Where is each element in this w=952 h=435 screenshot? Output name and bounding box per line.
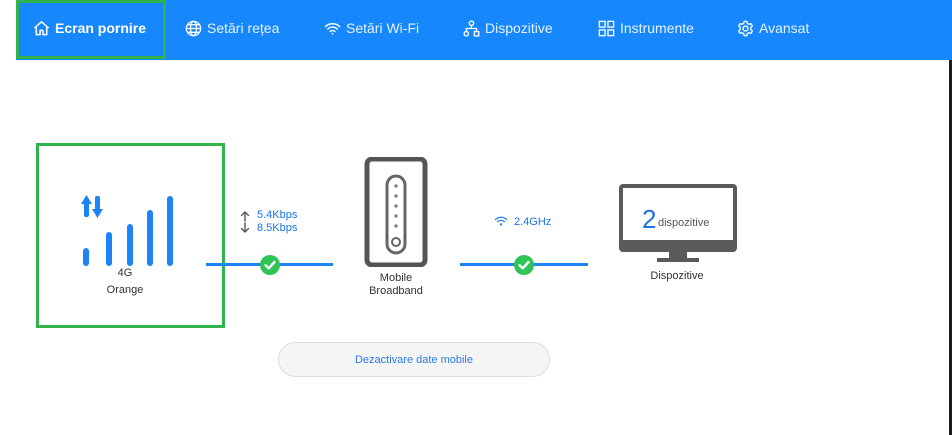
- nav-item-home[interactable]: Ecran pornire: [32, 0, 146, 56]
- router-label-line1: Mobile: [379, 272, 413, 284]
- globe-icon: [185, 20, 202, 36]
- operator-name: Orange: [106, 284, 144, 296]
- nav-item-network-settings[interactable]: Setări rețea: [184, 0, 279, 56]
- nav-item-label: Instrumente: [620, 20, 694, 36]
- router-label-line2: Broadband: [369, 285, 423, 297]
- nav-item-label: Dispozitive: [485, 20, 553, 36]
- home-icon: [33, 20, 50, 35]
- check-icon: [514, 255, 534, 275]
- gear-icon: [737, 20, 754, 36]
- disable-mobile-data-button[interactable]: Dezactivare date mobile: [278, 342, 550, 377]
- nav-item-wifi-settings[interactable]: Setări Wi-Fi: [323, 0, 419, 56]
- nav-item-tools[interactable]: Instrumente: [597, 0, 694, 56]
- devices-tree-icon: [463, 19, 480, 37]
- upload-download-arrows-icon: [240, 211, 250, 233]
- nav-item-label: Ecran pornire: [55, 20, 147, 36]
- grid-icon: [598, 20, 615, 36]
- network-type-label: 4G: [117, 267, 133, 279]
- device-count-unit: dispozitive: [658, 217, 710, 229]
- router-home-page: Ecran pornire Setări rețea Setări Wi-Fi: [0, 0, 952, 435]
- wifi-icon: [324, 22, 341, 35]
- download-speed: 8.5Kbps: [257, 222, 298, 234]
- nav-item-label: Setări rețea: [207, 20, 280, 36]
- upload-speed: 5.4Kbps: [257, 209, 298, 221]
- nav-item-devices[interactable]: Dispozitive: [462, 0, 553, 56]
- router-device-icon: [364, 157, 428, 267]
- nav-item-advanced[interactable]: Avansat: [736, 0, 809, 56]
- devices-label: Dispozitive: [650, 270, 704, 282]
- top-nav-bar: Ecran pornire Setări rețea Setări Wi-Fi: [16, 0, 952, 60]
- nav-item-label: Setări Wi-Fi: [346, 20, 420, 36]
- nav-item-label: Avansat: [759, 20, 810, 36]
- check-icon: [260, 255, 280, 275]
- device-count: 2: [642, 204, 657, 234]
- signal-strength-icon: [81, 195, 173, 266]
- wifi-band-label: 2.4GHz: [514, 216, 552, 228]
- wifi-band-icon: [494, 216, 508, 226]
